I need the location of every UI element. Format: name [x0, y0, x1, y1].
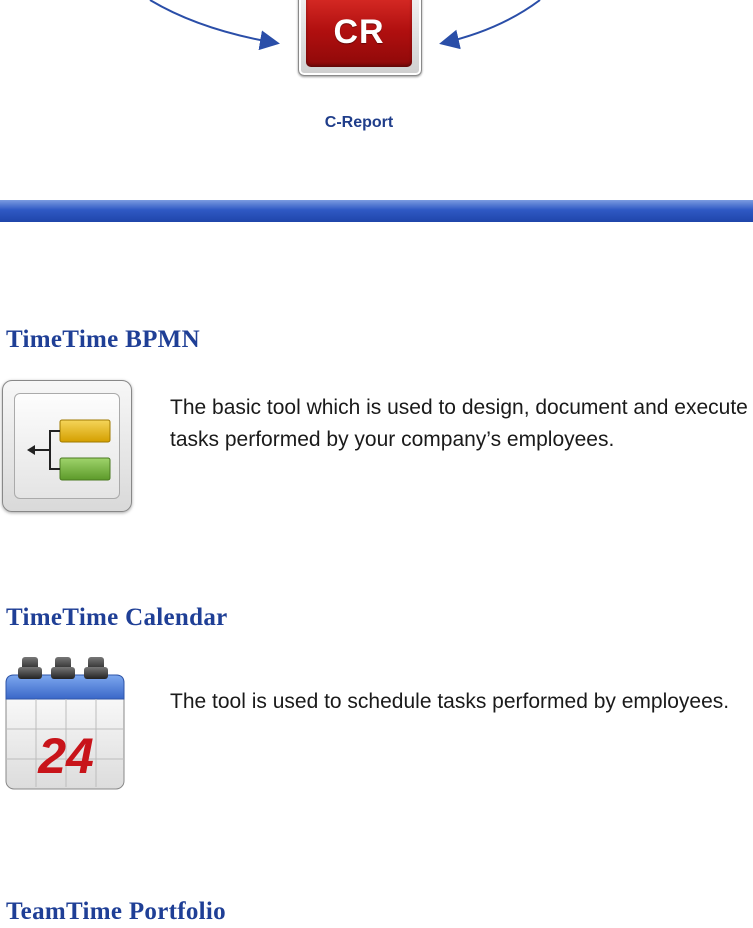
calendar-day-number: 24: [37, 728, 94, 784]
section-title-portfolio: TeamTime Portfolio: [6, 898, 226, 925]
c-report-icon-text: CR: [333, 13, 385, 51]
bpmn-diagram-graphic: [27, 419, 111, 481]
section-title-calendar: TimeTime Calendar: [6, 604, 228, 631]
section-description-calendar: The tool is used to schedule tasks perfo…: [170, 690, 730, 713]
section-title-bpmn: TimeTime BPMN: [6, 326, 200, 353]
section-description-bpmn: The basic tool which is used to design, …: [170, 396, 748, 451]
bpmn-diagram-icon[interactable]: [2, 380, 132, 512]
right-arrow: [439, 0, 541, 50]
section-divider-bar: [0, 200, 753, 222]
left-arrow: [149, 0, 280, 51]
c-report-label: C-Report: [324, 114, 394, 131]
c-report-icon[interactable]: CR: [298, 0, 422, 76]
calendar-icon[interactable]: 24: [0, 655, 126, 790]
